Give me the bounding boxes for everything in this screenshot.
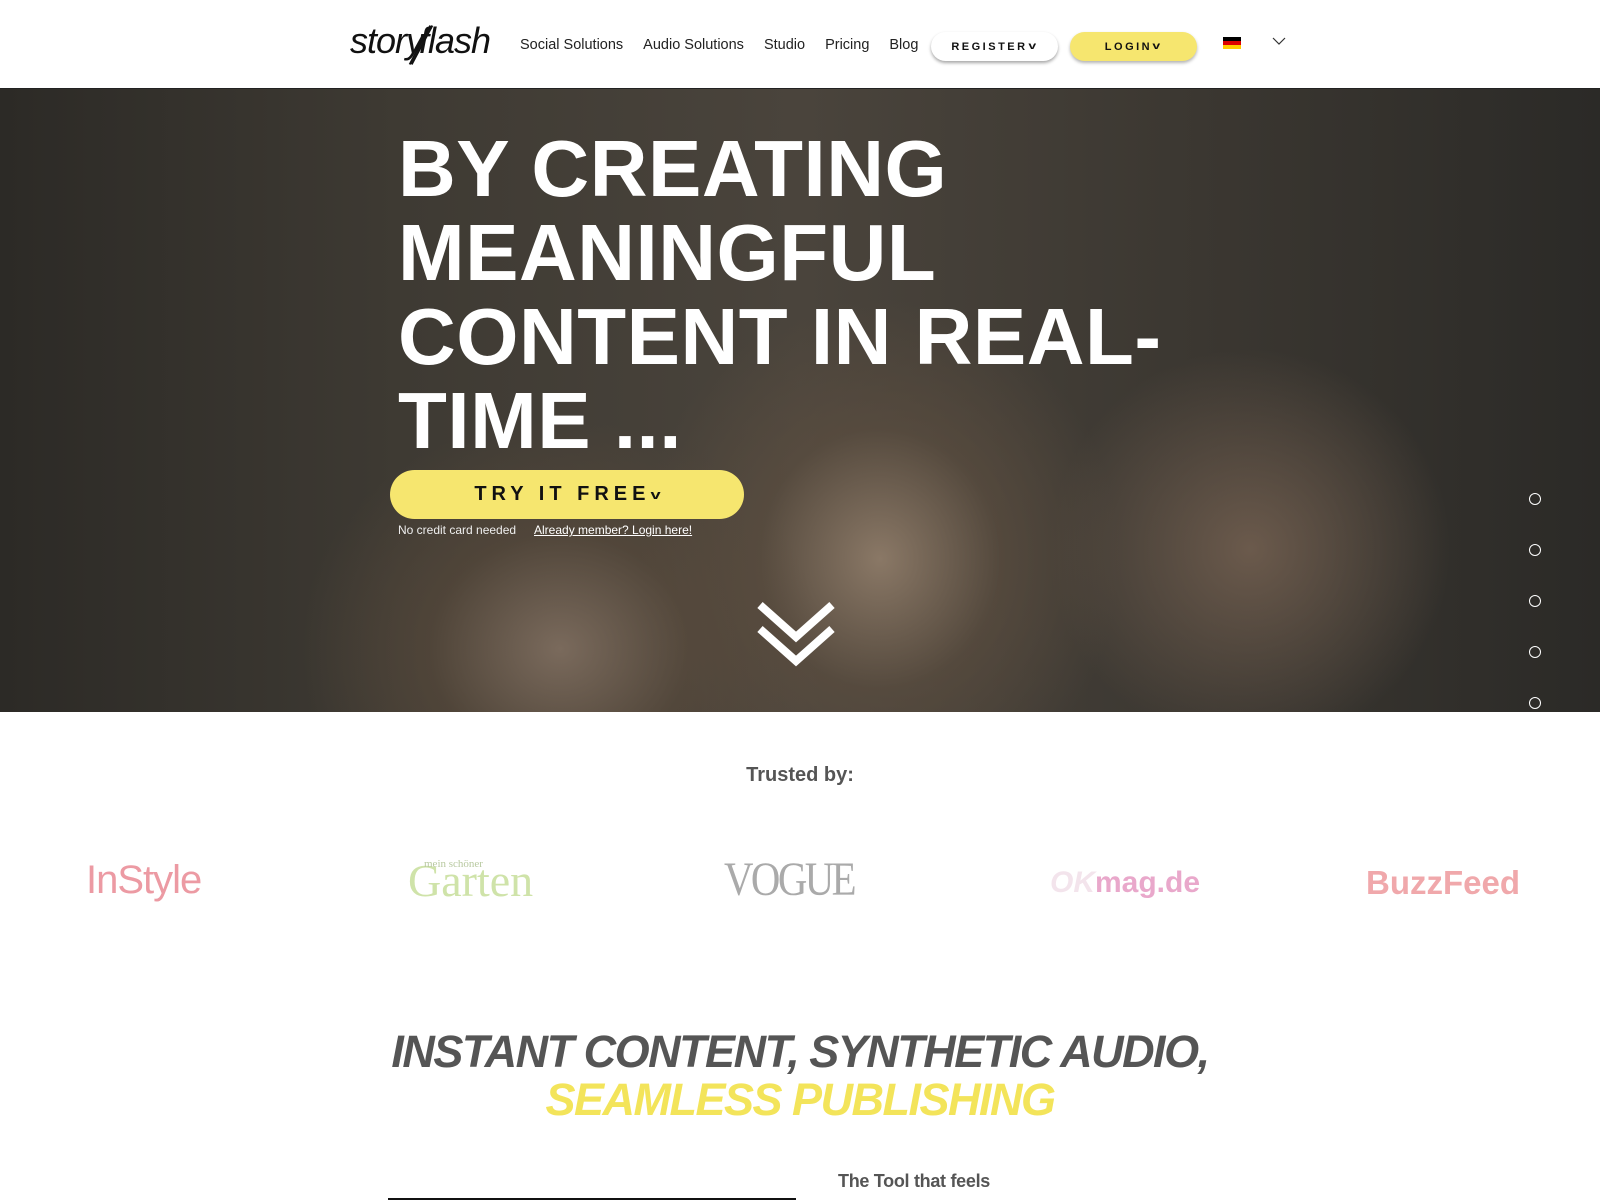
nav-pricing[interactable]: Pricing [825, 37, 869, 53]
section-subheading: The Tool that feels [838, 1171, 990, 1191]
nav-studio[interactable]: Studio [764, 37, 805, 53]
instyle-logo: InStyle [86, 858, 202, 902]
language-chevron-down-icon[interactable] [1272, 34, 1286, 48]
vogue-logo: VOGUE [724, 853, 857, 906]
nav-blog[interactable]: Blog [889, 37, 918, 53]
slide-dot[interactable] [1529, 493, 1541, 505]
try-it-free-button[interactable]: TRY IT FREE v [390, 470, 744, 519]
register-button[interactable]: REGISTER v [931, 32, 1058, 61]
slide-dot[interactable] [1529, 595, 1541, 607]
slide-navigation [1529, 493, 1541, 712]
heading-line-1: INSTANT CONTENT, SYNTHETIC AUDIO, [391, 1026, 1210, 1077]
heading-line-2: SEAMLESS PUBLISHING [545, 1074, 1056, 1125]
slide-dot[interactable] [1529, 697, 1541, 709]
hero-section: BY CREATING MEANINGFUL CONTENT IN REAL- … [0, 89, 1600, 712]
section-heading: INSTANT CONTENT, SYNTHETIC AUDIO, SEAMLE… [0, 1028, 1600, 1124]
scroll-down-chevron-icon[interactable] [756, 599, 836, 669]
slide-dot[interactable] [1529, 646, 1541, 658]
storyflash-logo[interactable]: storyflash [350, 20, 491, 67]
trusted-by-heading: Trusted by: [746, 764, 854, 786]
slide-dot[interactable] [1529, 544, 1541, 556]
de-flag-icon[interactable] [1223, 37, 1241, 49]
buzzfeed-logo: BuzzFeed [1366, 864, 1521, 901]
chevron-down-icon: v [1027, 41, 1040, 52]
login-here-link[interactable]: Already member? Login here! [534, 523, 692, 537]
cta-label: TRY IT FREE [474, 483, 651, 505]
hero-title-line: CONTENT IN REAL- [398, 292, 1162, 381]
site-header: storyflash Social Solutions Audio Soluti… [0, 0, 1600, 89]
nav-audio-solutions[interactable]: Audio Solutions [643, 37, 744, 53]
nav-social-solutions[interactable]: Social Solutions [520, 37, 623, 53]
no-credit-card-text: No credit card needed [398, 523, 517, 537]
chevron-down-icon: v [650, 487, 662, 502]
garten-logo: Garten mein schöner [408, 855, 534, 906]
register-label: REGISTER [951, 40, 1028, 53]
login-button[interactable]: LOGIN v [1070, 32, 1197, 61]
hero-title-line: BY CREATING [398, 124, 948, 213]
hero-title: BY CREATING MEANINGFUL CONTENT IN REAL- … [398, 127, 1178, 463]
hero-title-line: TIME ... [398, 376, 682, 465]
okmag-logo: OKmag.de [1050, 866, 1201, 899]
hero-title-line: MEANINGFUL [398, 208, 937, 297]
main-nav: Social Solutions Audio Solutions Studio … [520, 37, 918, 53]
login-label: LOGIN [1104, 40, 1153, 53]
chevron-down-icon: v [1152, 41, 1164, 52]
